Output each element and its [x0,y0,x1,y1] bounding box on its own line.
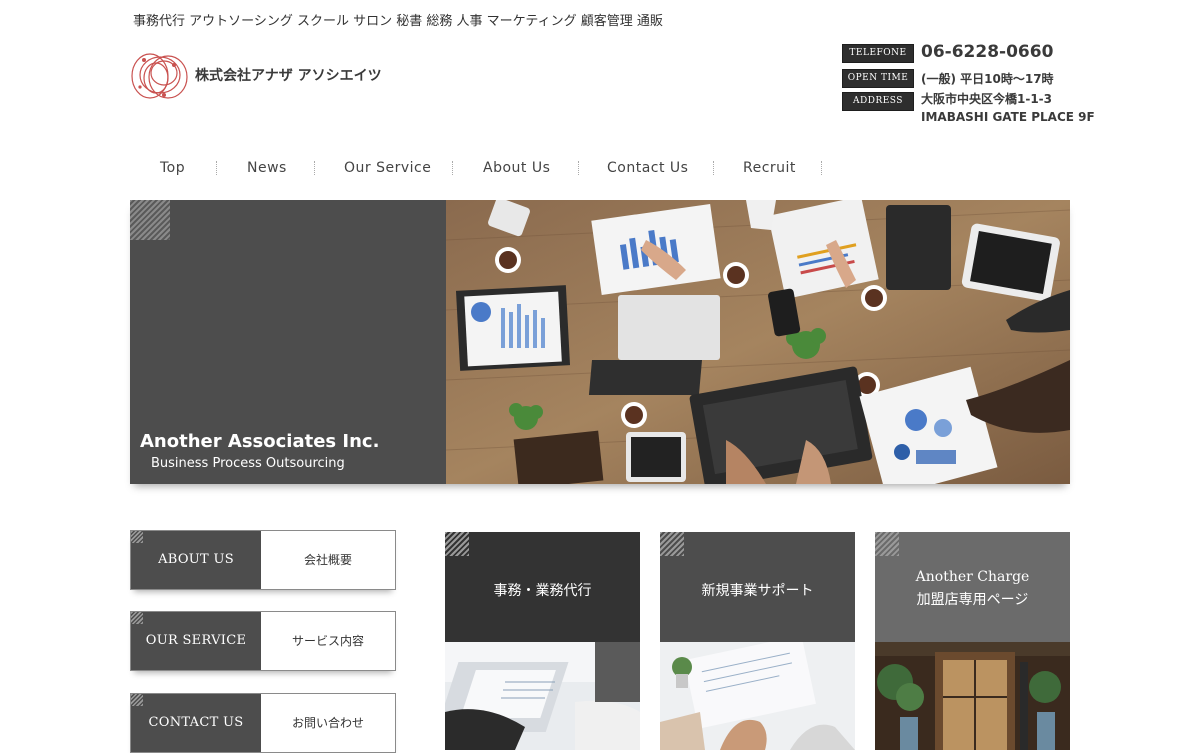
card-title: Another Charge [915,569,1030,585]
nav-top[interactable]: Top [160,160,185,176]
meeting-papers-photo [660,642,855,750]
hero-title: Another Associates Inc. [140,431,380,452]
company-name[interactable]: 株式会社アナザ アソシエイツ [195,65,382,85]
hours-label: OPEN TIME [842,69,914,88]
address-label: ADDRESS [842,92,914,111]
hatch-corner-decoration [131,531,143,543]
side-menu-label-jp: サービス内容 [291,634,364,648]
card-header: 新規事業サポート [660,532,855,642]
laptop-document-photo [445,642,640,750]
card-title: 事務・業務代行 [493,583,592,599]
side-menu-en-text: OUR SERVICE [145,633,247,648]
nav-divider [314,161,315,175]
phone-number[interactable]: 06-6228-0660 [921,42,1053,62]
nav-divider [452,161,453,175]
side-menu-about-us[interactable]: ABOUT US 会社概要 [130,530,396,590]
side-menu-en-text: CONTACT US [148,715,244,730]
side-menu-label-en: ABOUT US [131,531,261,589]
hero-text-panel: Another Associates Inc. Business Process… [130,200,446,484]
header-tagline: 事務代行 アウトソーシング スクール サロン 秘書 総務 人事 マーケティング … [133,14,663,29]
card-header: Another Charge 加盟店専用ページ [875,532,1070,642]
card-subtitle: 加盟店専用ページ [916,592,1029,608]
card-another-charge[interactable]: Another Charge 加盟店専用ページ [875,532,1070,750]
side-menu-en-text: ABOUT US [158,552,234,567]
nav-divider [713,161,714,175]
nav-contact-us[interactable]: Contact Us [607,160,688,176]
business-hours: (一般) 平日10時～17時 [921,72,1054,86]
side-menu-label-jp: 会社概要 [303,553,352,567]
office-meeting-table-photo [446,200,1070,484]
hatch-corner-decoration [660,532,684,556]
card-title: 新規事業サポート [701,583,814,599]
card-office-work[interactable]: 事務・業務代行 [445,532,640,750]
main-nav: Top News Our Service About Us Contact Us… [130,155,850,183]
side-menu-contact-us[interactable]: CONTACT US お問い合わせ [130,693,396,753]
phone-label: TELEFONE [842,44,914,63]
hero-subtitle: Business Process Outsourcing [151,456,345,471]
nav-divider [216,161,217,175]
hatch-corner-decoration [131,612,143,624]
nav-divider [578,161,579,175]
circles-logo-icon[interactable] [130,51,190,101]
side-menu-label-jp: お問い合わせ [291,716,364,730]
hatch-corner-decoration [130,200,170,240]
shop-entrance-photo [875,642,1070,750]
hatch-corner-decoration [131,694,143,706]
address-line-1: 大阪市中央区今橋1-1-3 [921,92,1053,106]
hatch-corner-decoration [875,532,899,556]
hero-banner: Another Associates Inc. Business Process… [130,200,1070,484]
nav-news[interactable]: News [247,160,287,176]
address-line-2: IMABASHI GATE PLACE 9F [921,110,1095,124]
nav-divider [821,161,822,175]
side-menu-label-en: CONTACT US [131,694,261,752]
side-menu-label-en: OUR SERVICE [131,612,261,670]
nav-recruit[interactable]: Recruit [743,160,796,176]
card-header: 事務・業務代行 [445,532,640,642]
hatch-corner-decoration [445,532,469,556]
nav-our-service[interactable]: Our Service [344,160,431,176]
side-menu-our-service[interactable]: OUR SERVICE サービス内容 [130,611,396,671]
card-new-business-support[interactable]: 新規事業サポート [660,532,855,750]
nav-about-us[interactable]: About Us [483,160,550,176]
